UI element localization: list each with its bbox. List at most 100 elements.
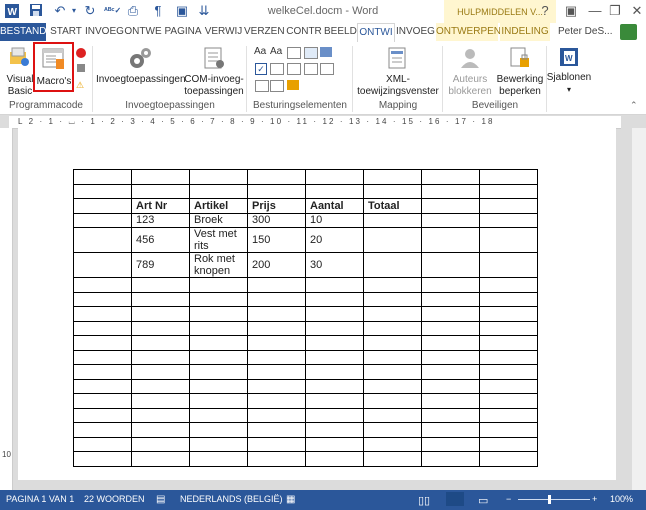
table-cell[interactable] — [479, 227, 538, 253]
tab-bestand[interactable]: BESTAND — [0, 23, 47, 41]
table-cell[interactable] — [421, 277, 480, 293]
table-cell[interactable] — [131, 183, 190, 199]
table-cell[interactable]: 300 — [247, 212, 306, 228]
table-cell[interactable] — [73, 198, 132, 214]
table-cell[interactable] — [73, 252, 132, 278]
minimize-icon[interactable]: — — [584, 2, 606, 20]
tab-pagina[interactable]: PAGINA — [163, 23, 203, 41]
tab-verwijzingen[interactable]: VERWIJ — [204, 23, 243, 41]
table-cell[interactable] — [421, 378, 480, 394]
table-cell[interactable] — [73, 306, 132, 322]
word-count[interactable]: 22 WOORDEN — [84, 494, 145, 504]
undo-dropdown-icon[interactable]: ▾ — [66, 3, 82, 19]
restore-icon[interactable]: ❐ — [604, 2, 626, 20]
table-cell[interactable] — [247, 183, 306, 199]
image-icon[interactable]: ▣ — [174, 3, 190, 19]
table-cell[interactable] — [363, 335, 422, 351]
building-block-control-icon[interactable] — [304, 47, 318, 59]
table-cell[interactable] — [305, 349, 364, 365]
table-cell[interactable] — [363, 252, 422, 278]
redo-icon[interactable]: ↻ — [82, 3, 98, 19]
table-cell[interactable]: 123 — [131, 212, 190, 228]
language[interactable]: NEDERLANDS (BELGIË) — [180, 494, 283, 504]
table-cell[interactable] — [363, 320, 422, 336]
table-cell[interactable] — [131, 320, 190, 336]
zoom-in-icon[interactable]: + — [592, 494, 597, 504]
vertical-ruler[interactable] — [0, 128, 13, 490]
table-cell[interactable] — [73, 277, 132, 293]
print-preview-icon[interactable]: ⎙ — [125, 3, 141, 19]
dropdown-list-control-icon[interactable] — [287, 63, 301, 75]
table-cell[interactable] — [131, 349, 190, 365]
table-cell[interactable] — [73, 169, 132, 185]
tab-start[interactable]: START — [48, 23, 84, 41]
table-cell[interactable] — [247, 393, 306, 409]
table-cell[interactable] — [247, 407, 306, 423]
table-cell[interactable] — [305, 335, 364, 351]
table-cell[interactable] — [363, 407, 422, 423]
visual-basic-button[interactable]: Visual Basic — [4, 74, 36, 98]
table-cell[interactable] — [421, 393, 480, 409]
legacy-tools-icon[interactable] — [287, 80, 299, 90]
customize-qat-icon[interactable]: ⇊ — [196, 3, 212, 19]
table-cell[interactable] — [363, 436, 422, 452]
table-cell[interactable] — [363, 349, 422, 365]
table-cell[interactable] — [421, 436, 480, 452]
table-cell[interactable] — [131, 291, 190, 307]
macro-record-icon[interactable]: ▦ — [286, 494, 295, 505]
table-cell[interactable] — [479, 212, 538, 228]
pause-recording-icon[interactable] — [77, 64, 85, 72]
zoom-slider[interactable] — [518, 499, 590, 500]
table-cell[interactable] — [421, 212, 480, 228]
tab-table-ontwerpen[interactable]: ONTWERPEN — [436, 23, 501, 41]
table-cell[interactable] — [305, 277, 364, 293]
table-cell[interactable] — [421, 451, 480, 467]
page-count[interactable]: PAGINA 1 VAN 1 — [6, 494, 74, 504]
table-cell[interactable] — [305, 291, 364, 307]
tab-invoegen[interactable]: INVOEG — [85, 23, 124, 41]
table-cell[interactable] — [363, 169, 422, 185]
table-cell[interactable]: 789 — [131, 252, 190, 278]
table-cell[interactable] — [305, 364, 364, 380]
picture-control-icon[interactable] — [287, 47, 301, 59]
paragraph-mark-icon[interactable]: ¶ — [150, 3, 166, 19]
group-control-icon[interactable] — [320, 63, 334, 75]
table-cell[interactable] — [305, 306, 364, 322]
table-cell[interactable] — [479, 252, 538, 278]
table-cell[interactable] — [421, 349, 480, 365]
table-cell[interactable] — [305, 378, 364, 394]
table-cell[interactable] — [479, 393, 538, 409]
table-cell[interactable] — [305, 451, 364, 467]
table-cell[interactable] — [363, 378, 422, 394]
save-icon[interactable] — [28, 3, 44, 19]
avatar[interactable] — [620, 24, 637, 40]
table-cell[interactable] — [247, 436, 306, 452]
help-button[interactable]: ? — [534, 2, 556, 20]
table-cell[interactable] — [479, 291, 538, 307]
table-cell[interactable] — [421, 252, 480, 278]
table-cell[interactable] — [189, 277, 248, 293]
table-cell[interactable]: Aantal — [305, 198, 364, 214]
zoom-level[interactable]: 100% — [610, 494, 633, 504]
table-cell[interactable] — [189, 320, 248, 336]
table-cell[interactable]: Broek — [189, 212, 248, 228]
table-cell[interactable]: 10 — [305, 212, 364, 228]
table-cell[interactable]: 30 — [305, 252, 364, 278]
table-cell[interactable] — [421, 306, 480, 322]
tab-ontwerpen[interactable]: ONTWE — [124, 23, 162, 41]
table-cell[interactable] — [479, 169, 538, 185]
templates-dropdown-icon[interactable]: ▾ — [546, 84, 592, 96]
macros-button[interactable]: Macro's — [35, 76, 73, 88]
table-cell[interactable] — [131, 306, 190, 322]
table-cell[interactable] — [189, 169, 248, 185]
table-cell[interactable] — [421, 335, 480, 351]
table-cell[interactable] — [73, 212, 132, 228]
table-cell[interactable] — [479, 277, 538, 293]
table-cell[interactable] — [421, 320, 480, 336]
tab-invoegen-2[interactable]: INVOEG — [396, 23, 435, 41]
table-cell[interactable] — [247, 169, 306, 185]
block-authors-button[interactable]: Auteurs blokkeren — [446, 74, 494, 98]
table-cell[interactable] — [73, 183, 132, 199]
checkbox-control-icon[interactable]: ✓ — [255, 63, 267, 75]
table-cell[interactable] — [363, 227, 422, 253]
